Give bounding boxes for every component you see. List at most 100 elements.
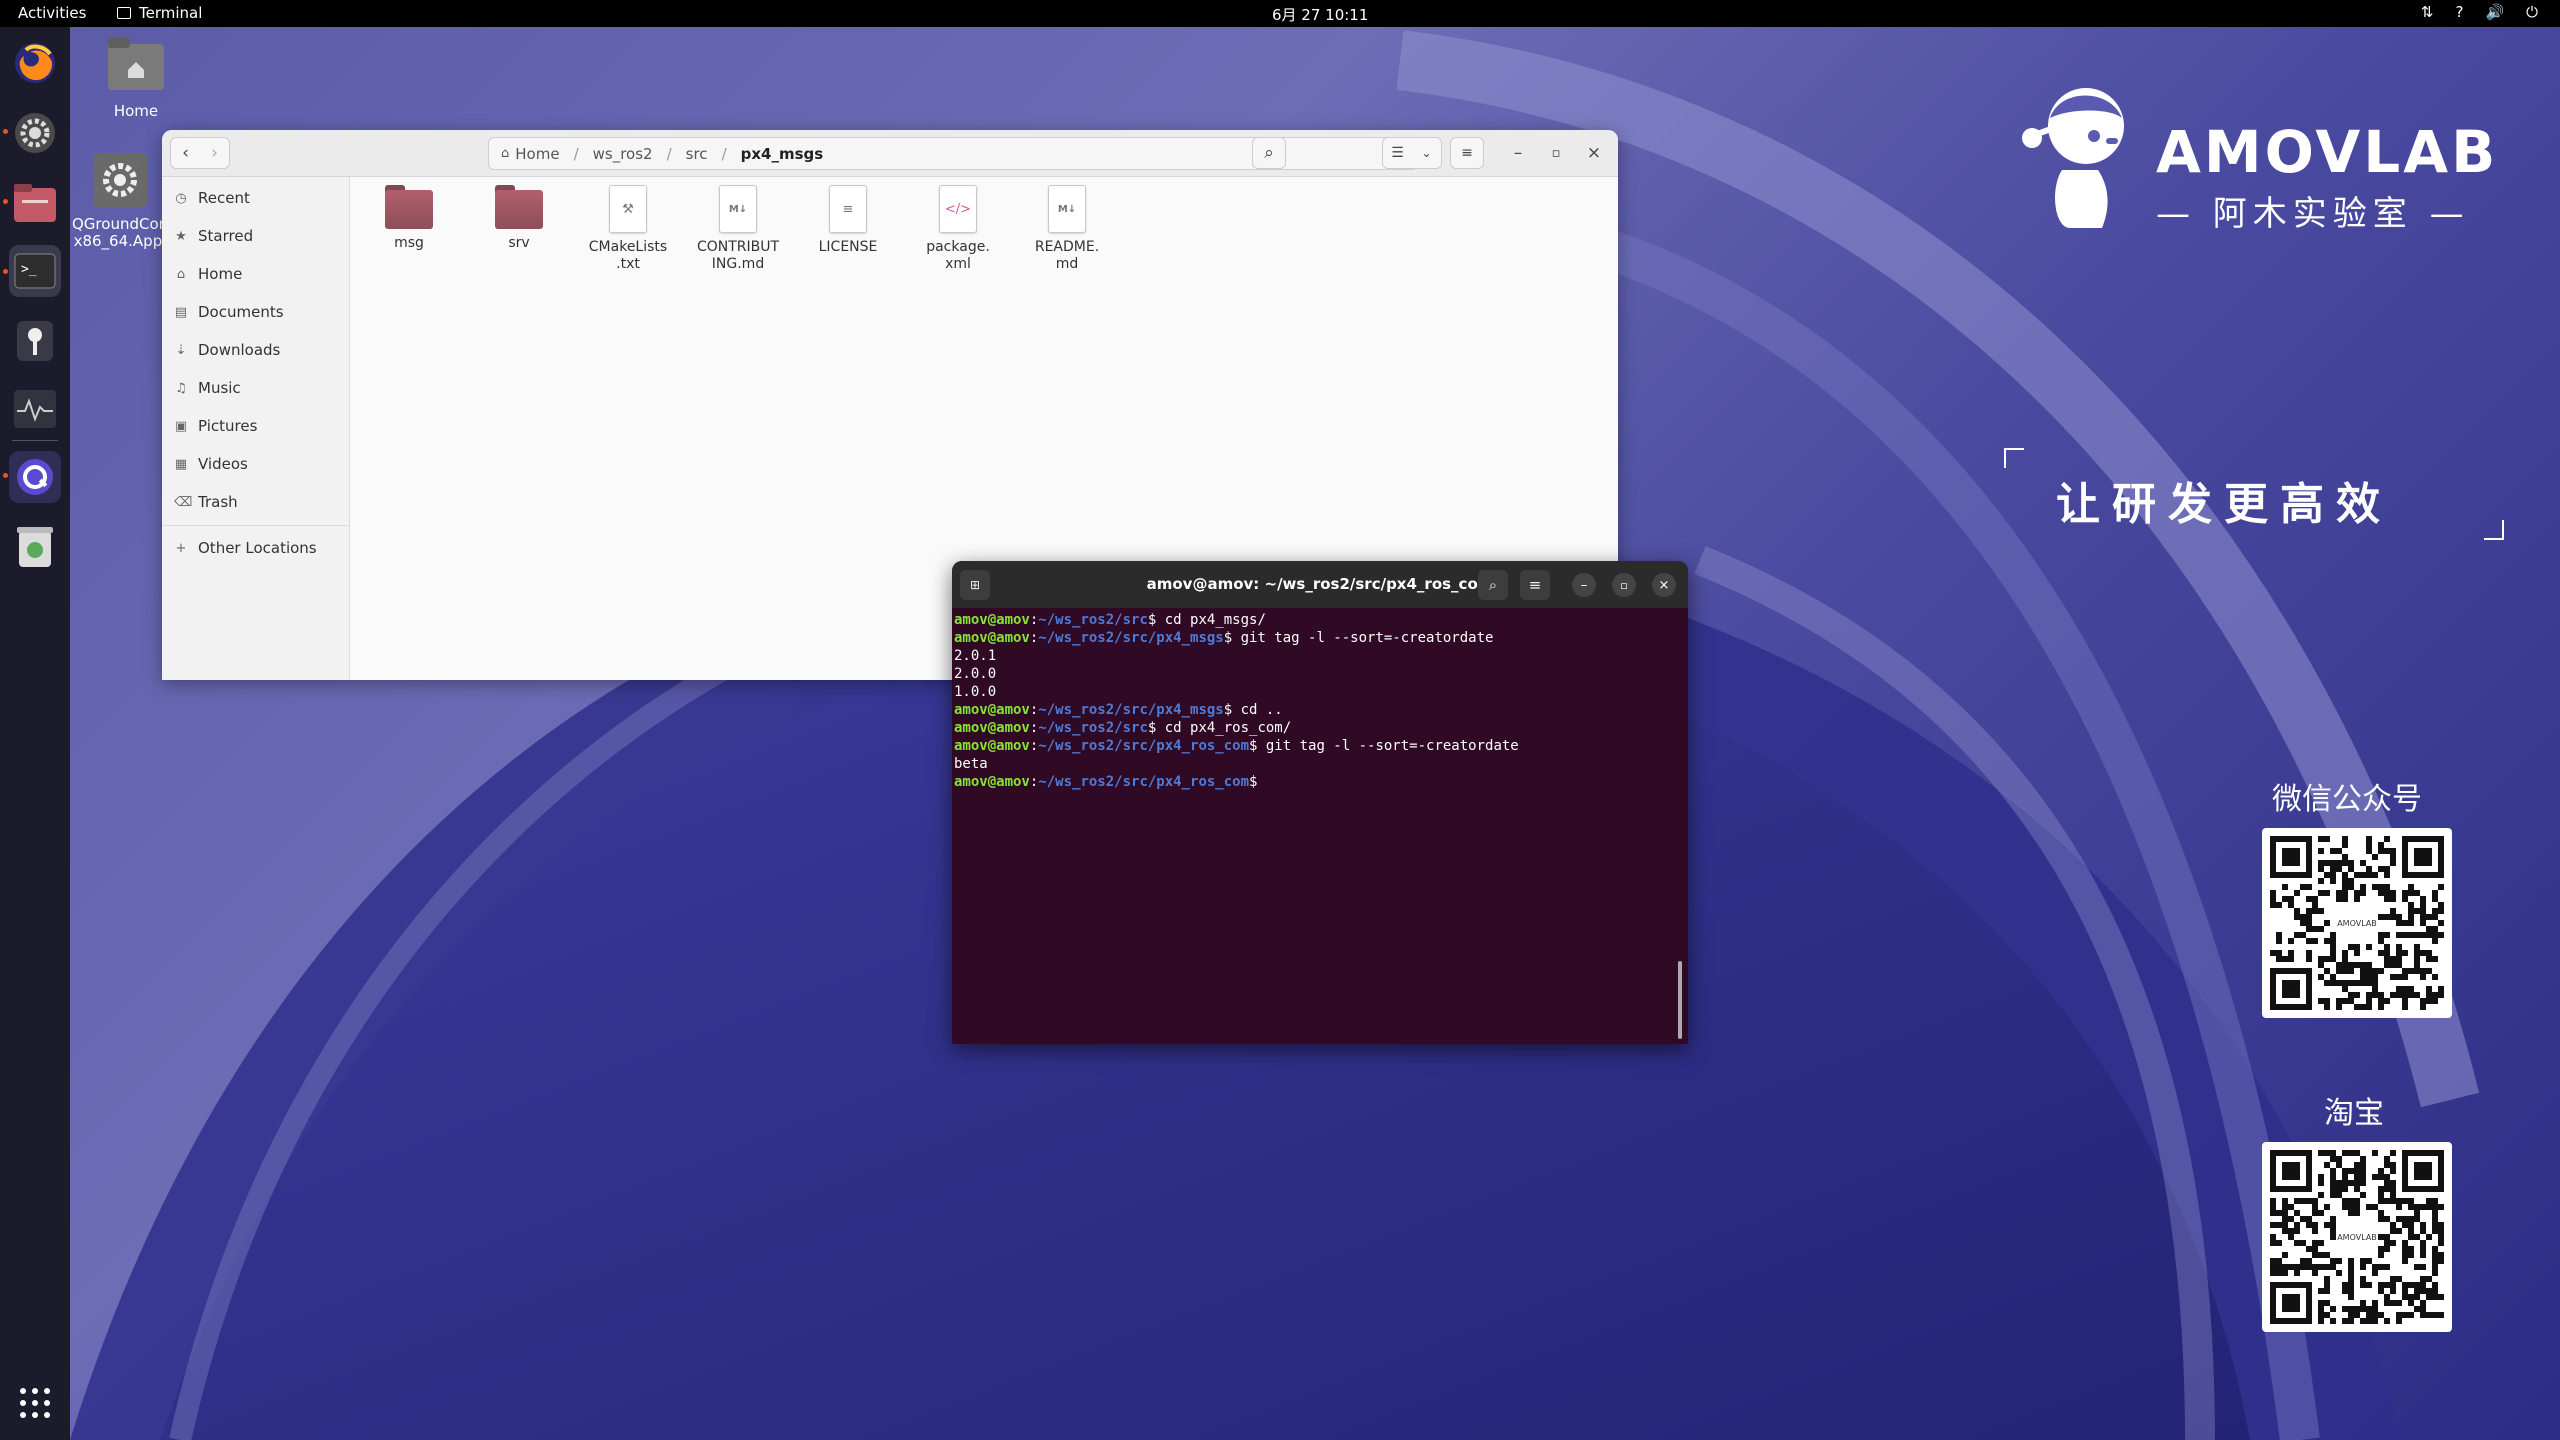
maximize-icon: ▫ — [1620, 578, 1628, 592]
slogan-text: 让研发更高效 — [2056, 479, 2392, 530]
terminal-line: 2.0.1 — [954, 647, 1674, 665]
system-tray[interactable]: ⇅ ? 🔊 ⏻ — [2421, 3, 2538, 21]
settings-icon[interactable] — [9, 107, 61, 159]
nav-buttons: ‹ › — [170, 137, 230, 169]
back-icon[interactable]: ‹ — [171, 143, 200, 163]
minimize-button[interactable]: – — [1502, 137, 1534, 169]
forward-icon[interactable]: › — [200, 143, 229, 163]
sidebar-item-documents[interactable]: ▤ Documents — [174, 297, 284, 327]
prompt-path: ~/ws_ros2/src/px4_msgs — [1038, 630, 1224, 646]
slogan-frame: 让研发更高效 — [2004, 448, 2504, 540]
help-icon[interactable]: ? — [2455, 3, 2463, 21]
command-text: $ git tag -l --sort=-creatordate — [1223, 630, 1494, 646]
file-manager-header: ‹ › ⌂ Home / ws_ros2 / src / px4_msgs ⋮ … — [162, 130, 1618, 177]
sidebar-item-videos[interactable]: ▦ Videos — [174, 449, 248, 479]
command-text: $ cd px4_ros_com/ — [1147, 720, 1292, 736]
desktop-qgroundcontrol-icon[interactable]: QGroundCon x86_64.Appl — [72, 152, 168, 250]
terminal-line: amov@amov:~/ws_ros2/src/px4_ros_com$ git… — [954, 737, 1674, 755]
search-icon: ⌕ — [1264, 143, 1274, 163]
home-icon: ⌂ — [176, 266, 186, 282]
sidebar-item-trash[interactable]: ⌫ Trash — [174, 487, 238, 517]
terminal-output[interactable]: amov@amov:~/ws_ros2/src$ cd px4_msgs/amo… — [954, 611, 1674, 791]
terminal-window[interactable]: ⊞ amov@amov: ~/ws_ros2/src/px4_ros_com ⌕… — [952, 561, 1688, 1044]
maximize-button[interactable]: ▫ — [1540, 137, 1572, 169]
markdown-file-icon: M↓ — [1048, 185, 1086, 233]
menu-button[interactable]: ≡ — [1450, 137, 1484, 169]
path-segment-home[interactable]: Home — [515, 145, 559, 163]
app-menu[interactable]: Terminal — [117, 4, 202, 22]
file-item-package-xml[interactable]: </> package. xml — [910, 185, 1006, 273]
sidebar-item-home[interactable]: ⌂ Home — [174, 259, 242, 289]
view-toggle[interactable]: ☰ ⌄ — [1382, 137, 1442, 169]
sidebar-item-music[interactable]: ♫ Music — [174, 373, 241, 403]
files-icon[interactable] — [9, 177, 61, 229]
file-item-msg[interactable]: msg — [361, 185, 457, 252]
sidebar-item-label: Other Locations — [198, 539, 317, 557]
terminal-line: 2.0.0 — [954, 665, 1674, 683]
network-icon[interactable]: ⇅ — [2421, 3, 2434, 21]
command-text: $ git tag -l --sort=-creatordate — [1249, 738, 1519, 754]
search-button[interactable]: ⌕ — [1478, 570, 1508, 600]
terminal-line: amov@amov:~/ws_ros2/src$ cd px4_ros_com/ — [954, 719, 1674, 737]
sidebar-item-downloads[interactable]: ⇣ Downloads — [174, 335, 281, 365]
search-button[interactable]: ⌕ — [1252, 137, 1286, 169]
file-name: md — [1055, 256, 1079, 272]
logo-text: AMOVLAB — [2156, 118, 2499, 186]
file-item-cmakelists[interactable]: ⚒ CMakeLists .txt — [580, 185, 676, 273]
sidebar-item-recent[interactable]: ◷ Recent — [174, 183, 250, 213]
file-item-license[interactable]: ≡ LICENSE — [800, 185, 896, 256]
dock: >_ — [0, 27, 70, 1440]
desktop-icon-label: QGroundCon — [72, 215, 169, 233]
minimize-button[interactable]: – — [1572, 573, 1596, 597]
command-text: $ cd .. — [1223, 702, 1283, 718]
file-item-srv[interactable]: srv — [471, 185, 567, 252]
prompt-path: ~/ws_ros2/src/px4_ros_com — [1038, 774, 1250, 790]
chevron-down-icon[interactable]: ⌄ — [1412, 146, 1441, 160]
maximize-button[interactable]: ▫ — [1612, 573, 1636, 597]
trash-icon: ⌫ — [174, 494, 193, 510]
clock[interactable]: 6月 27 10:11 — [1272, 4, 1368, 25]
power-icon[interactable]: ⏻ — [2526, 3, 2538, 21]
firefox-icon[interactable] — [9, 37, 61, 89]
robot-mascot-icon — [2022, 88, 2124, 228]
system-monitor-icon[interactable] — [9, 383, 61, 435]
music-icon: ♫ — [175, 380, 187, 396]
trash-icon[interactable] — [9, 521, 61, 573]
path-segment-ws_ros2[interactable]: ws_ros2 — [593, 145, 653, 163]
search-icon: ⌕ — [1488, 576, 1498, 594]
list-view-icon[interactable]: ☰ — [1383, 145, 1412, 161]
terminal-icon[interactable]: >_ — [9, 245, 61, 297]
prompt-path: ~/ws_ros2/src/px4_ros_com — [1038, 738, 1250, 754]
file-name: LICENSE — [818, 239, 878, 255]
sidebar-item-pictures[interactable]: ▣ Pictures — [174, 411, 258, 441]
terminal-line: amov@amov:~/ws_ros2/src/px4_msgs$ git ta… — [954, 629, 1674, 647]
path-segment-src[interactable]: src — [686, 145, 708, 163]
map-icon[interactable] — [9, 315, 61, 367]
hamburger-icon: ≡ — [1461, 145, 1473, 161]
qgroundcontrol-icon[interactable] — [9, 451, 61, 503]
desktop-icon-label: x86_64.Appl — [73, 232, 167, 250]
close-button[interactable]: × — [1578, 137, 1610, 169]
sidebar-item-starred[interactable]: ★ Starred — [174, 221, 253, 251]
sidebar-item-label: Trash — [198, 493, 238, 511]
file-item-contributing[interactable]: M↓ CONTRIBUT ING.md — [690, 185, 786, 273]
desktop-home-icon[interactable]: Home — [96, 36, 176, 120]
scrollbar[interactable] — [1678, 961, 1682, 1039]
close-button[interactable]: × — [1652, 573, 1676, 597]
file-name: .txt — [616, 256, 640, 272]
app-grid-icon[interactable] — [9, 1377, 61, 1429]
folder-icon — [385, 185, 433, 229]
path-segment-px4_msgs[interactable]: px4_msgs — [741, 145, 824, 163]
file-item-readme[interactable]: M↓ README. md — [1019, 185, 1115, 273]
sidebar-item-other-locations[interactable]: + Other Locations — [174, 533, 317, 563]
hamburger-icon: ≡ — [1528, 576, 1542, 594]
places-sidebar: ◷ Recent ★ Starred ⌂ Home ▤ Documents ⇣ Downl… — [162, 177, 350, 680]
prompt-user: amov@amov — [954, 774, 1030, 790]
file-name: CONTRIBUT — [696, 239, 780, 255]
xml-file-icon: </> — [939, 185, 977, 233]
volume-icon[interactable]: 🔊 — [2485, 3, 2504, 21]
activities-button[interactable]: Activities — [18, 4, 86, 22]
menu-button[interactable]: ≡ — [1520, 570, 1550, 600]
terminal-line: amov@amov:~/ws_ros2/src/px4_msgs$ cd .. — [954, 701, 1674, 719]
plus-icon: + — [175, 540, 187, 556]
